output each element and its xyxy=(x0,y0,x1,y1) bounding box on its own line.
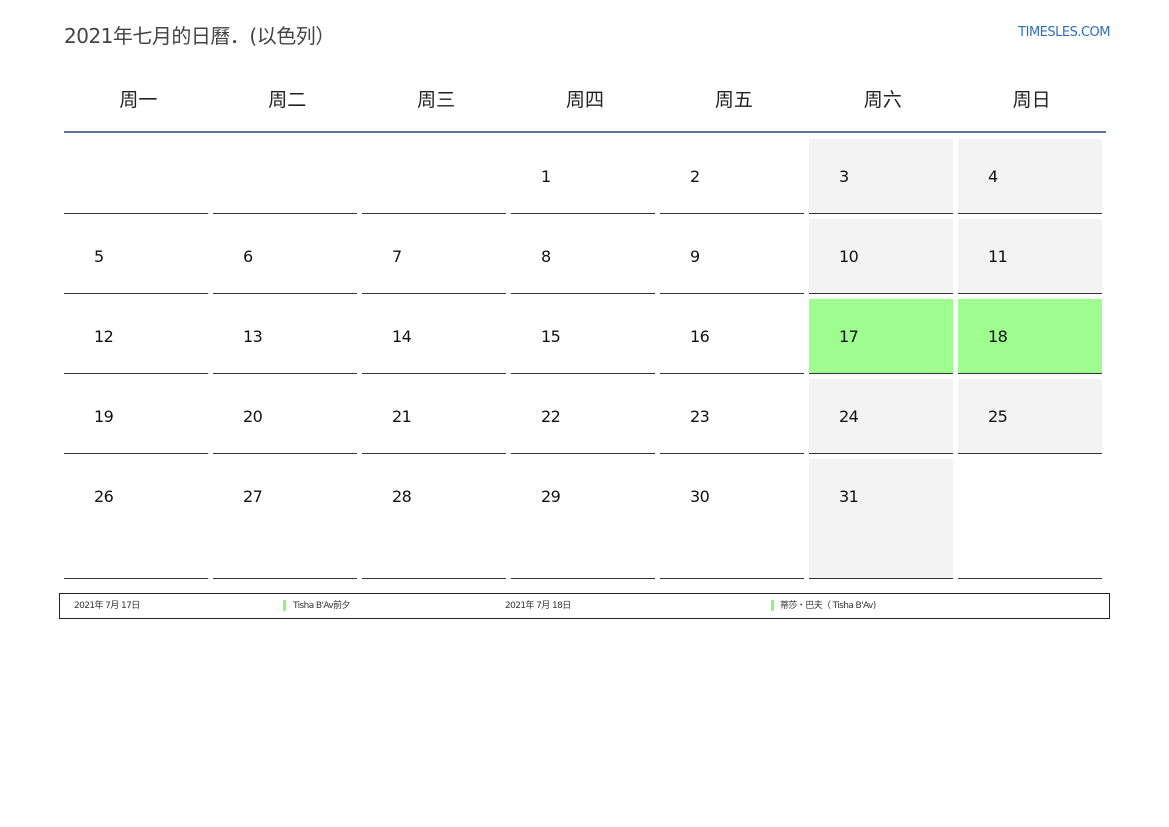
page-title: 2021年七月的日曆．(以色列） xyxy=(64,24,335,48)
site-link[interactable]: TIMESLES.COM xyxy=(1018,25,1110,40)
day-number: 18 xyxy=(988,327,1008,346)
day-number: 14 xyxy=(392,327,412,346)
day-number: 23 xyxy=(690,407,710,426)
day-number: 6 xyxy=(243,247,253,266)
day-cell: 15 xyxy=(511,299,655,374)
day-number: 8 xyxy=(541,247,551,266)
legend-date: 2021年 7月 17日 xyxy=(74,601,140,611)
day-cell-holiday: 17 xyxy=(809,299,953,374)
day-number: 29 xyxy=(541,487,561,506)
day-cell: 8 xyxy=(511,219,655,294)
day-cell xyxy=(362,139,506,214)
day-cell: 21 xyxy=(362,379,506,454)
day-number: 4 xyxy=(988,167,998,186)
day-number: 9 xyxy=(690,247,700,266)
day-cell: 16 xyxy=(660,299,804,374)
day-number: 17 xyxy=(839,327,859,346)
day-number: 20 xyxy=(243,407,263,426)
legend-color-marker xyxy=(283,600,286,611)
day-number: 12 xyxy=(94,327,114,346)
day-cell: 5 xyxy=(64,219,208,294)
day-number: 3 xyxy=(839,167,849,186)
weekday-fri: 周五 xyxy=(714,89,753,111)
legend-holiday-name: Tisha B'Av前夕 xyxy=(293,601,351,611)
day-cell xyxy=(958,459,1102,579)
day-number: 1 xyxy=(541,167,551,186)
day-cell-weekend: 4 xyxy=(958,139,1102,214)
day-cell: 19 xyxy=(64,379,208,454)
day-cell: 9 xyxy=(660,219,804,294)
day-cell: 14 xyxy=(362,299,506,374)
holiday-legend: 2021年 7月 17日 Tisha B'Av前夕 2021年 7月 18日 蒂… xyxy=(59,593,1110,619)
day-cell: 20 xyxy=(213,379,357,454)
day-cell-weekend: 10 xyxy=(809,219,953,294)
day-number: 19 xyxy=(94,407,114,426)
weekday-thu: 周四 xyxy=(565,89,604,111)
day-cell-weekend: 3 xyxy=(809,139,953,214)
day-cell: 23 xyxy=(660,379,804,454)
header-divider xyxy=(64,131,1106,133)
legend-holiday-name: 蒂莎・巴夫（ Tisha B'Av) xyxy=(780,601,876,611)
day-cell: 27 xyxy=(213,459,357,579)
day-cell: 30 xyxy=(660,459,804,579)
weekday-header: 周一 周二 周三 周四 周五 周六 周日 xyxy=(64,83,1106,131)
day-cell-weekend: 25 xyxy=(958,379,1102,454)
weekday-mon: 周一 xyxy=(119,89,158,111)
day-cell: 13 xyxy=(213,299,357,374)
day-number: 28 xyxy=(392,487,412,506)
day-number: 31 xyxy=(839,487,859,506)
day-cell-weekend: 31 xyxy=(809,459,953,579)
day-cell: 12 xyxy=(64,299,208,374)
day-number: 2 xyxy=(690,167,700,186)
weekday-tue: 周二 xyxy=(268,89,307,111)
day-number: 21 xyxy=(392,407,412,426)
day-number: 30 xyxy=(690,487,710,506)
day-number: 10 xyxy=(839,247,859,266)
day-number: 26 xyxy=(94,487,114,506)
day-cell: 7 xyxy=(362,219,506,294)
legend-date: 2021年 7月 18日 xyxy=(505,601,571,611)
day-number: 15 xyxy=(541,327,561,346)
day-cell: 6 xyxy=(213,219,357,294)
day-number: 27 xyxy=(243,487,263,506)
legend-color-marker xyxy=(771,600,774,611)
day-number: 24 xyxy=(839,407,859,426)
day-cell: 22 xyxy=(511,379,655,454)
day-number: 5 xyxy=(94,247,104,266)
day-number: 16 xyxy=(690,327,710,346)
day-number: 13 xyxy=(243,327,263,346)
day-cell: 26 xyxy=(64,459,208,579)
day-number: 11 xyxy=(988,247,1008,266)
day-cell: 29 xyxy=(511,459,655,579)
day-cell: 2 xyxy=(660,139,804,214)
day-cell: 28 xyxy=(362,459,506,579)
day-number: 25 xyxy=(988,407,1008,426)
day-number: 7 xyxy=(392,247,402,266)
day-cell: 1 xyxy=(511,139,655,214)
calendar-grid: 1 2 3 4 5 6 7 8 9 10 11 12 13 14 15 16 1… xyxy=(64,139,1106,579)
day-cell xyxy=(64,139,208,214)
weekday-wed: 周三 xyxy=(417,89,456,111)
day-cell-weekend: 24 xyxy=(809,379,953,454)
day-cell-weekend: 11 xyxy=(958,219,1102,294)
day-cell xyxy=(213,139,357,214)
weekday-sun: 周日 xyxy=(1012,89,1051,111)
day-cell-holiday: 18 xyxy=(958,299,1102,374)
day-number: 22 xyxy=(541,407,561,426)
weekday-sat: 周六 xyxy=(863,89,902,111)
